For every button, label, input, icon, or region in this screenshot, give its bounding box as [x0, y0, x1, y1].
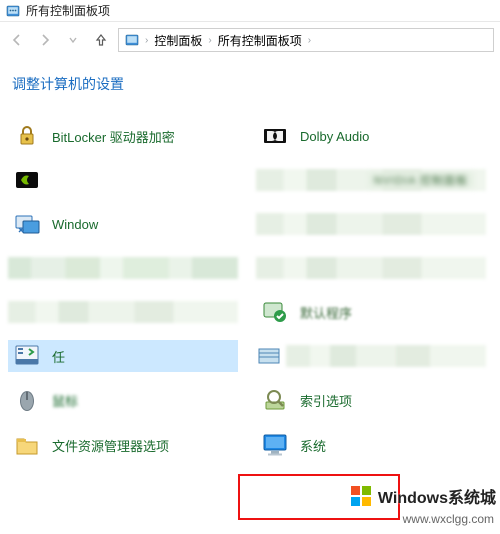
item-blurred[interactable]	[8, 252, 238, 284]
blurred-label: NVIDIA 控制面板	[256, 169, 486, 191]
watermark-url: www.wxclgg.com	[403, 512, 494, 526]
windows-transfer-icon	[12, 209, 42, 239]
blurred-label	[286, 345, 486, 367]
blurred-label	[8, 301, 238, 323]
breadcrumb-segment[interactable]: 控制面板	[154, 32, 202, 49]
window-title: 所有控制面板项	[26, 2, 110, 19]
control-panel-icon	[6, 4, 20, 18]
blurred-icon	[256, 343, 286, 369]
forward-button[interactable]	[34, 29, 56, 51]
nav-toolbar: › 控制面板 › 所有控制面板项 ›	[0, 22, 500, 58]
chevron-right-icon: ›	[145, 35, 148, 46]
chevron-right-icon: ›	[308, 35, 311, 46]
breadcrumb-segment[interactable]: 所有控制面板项	[218, 32, 302, 49]
nvidia-icon	[12, 165, 42, 195]
item-windows[interactable]: Window	[8, 208, 238, 240]
item-blurred[interactable]: NVIDIA 控制面板	[256, 164, 486, 196]
mouse-icon	[12, 385, 42, 415]
blurred-label	[8, 257, 238, 279]
recent-locations-dropdown[interactable]	[62, 29, 84, 51]
control-panel-items-grid: BitLocker 驱动器加密 Dolby Audio NVIDIA 控制面板	[0, 106, 500, 462]
indexing-icon	[260, 385, 290, 415]
control-panel-icon	[125, 33, 139, 47]
watermark: Windows系统城	[350, 484, 496, 508]
item-label: Dolby Audio	[300, 129, 369, 144]
system-icon	[260, 430, 290, 460]
window-titlebar: 所有控制面板项	[0, 0, 500, 22]
up-button[interactable]	[90, 29, 112, 51]
item-blurred[interactable]	[256, 208, 486, 240]
page-heading: 调整计算机的设置	[0, 58, 500, 106]
windows-logo-icon	[350, 485, 372, 507]
item-label: Window	[52, 217, 98, 232]
item-system[interactable]: 系统	[256, 428, 486, 462]
bitlocker-icon	[12, 121, 42, 151]
item-label: 索引选项	[300, 391, 352, 410]
item-label: 系统	[300, 436, 326, 455]
item-bitlocker[interactable]: BitLocker 驱动器加密	[8, 120, 238, 152]
default-programs-icon	[260, 297, 290, 327]
item-default-programs[interactable]: 默认程序	[256, 296, 486, 328]
chevron-right-icon: ›	[208, 35, 211, 46]
dolby-icon	[260, 121, 290, 151]
item-label: 文件资源管理器选项	[52, 436, 169, 455]
back-button[interactable]	[6, 29, 28, 51]
item-mouse[interactable]: 鼠标	[8, 384, 238, 416]
item-label: 鼠标	[52, 391, 78, 410]
item-blurred[interactable]	[8, 164, 238, 196]
item-blurred[interactable]	[256, 340, 486, 372]
item-indexing-options[interactable]: 索引选项	[256, 384, 486, 416]
item-blurred[interactable]	[256, 252, 486, 284]
item-file-explorer-options[interactable]: 文件资源管理器选项	[8, 428, 238, 462]
item-blurred[interactable]	[8, 296, 238, 328]
folder-options-icon	[12, 430, 42, 460]
highlight-annotation	[238, 474, 400, 520]
item-label: 默认程序	[300, 303, 352, 322]
item-label: BitLocker 驱动器加密	[52, 127, 175, 146]
address-bar[interactable]: › 控制面板 › 所有控制面板项 ›	[118, 28, 494, 52]
item-dolby-audio[interactable]: Dolby Audio	[256, 120, 486, 152]
taskbar-icon	[12, 341, 42, 371]
item-taskbar[interactable]: 任	[8, 340, 238, 372]
blurred-label	[256, 257, 486, 279]
watermark-text: Windows系统城	[378, 484, 496, 508]
blurred-label	[256, 213, 486, 235]
item-label: 任	[52, 347, 65, 366]
